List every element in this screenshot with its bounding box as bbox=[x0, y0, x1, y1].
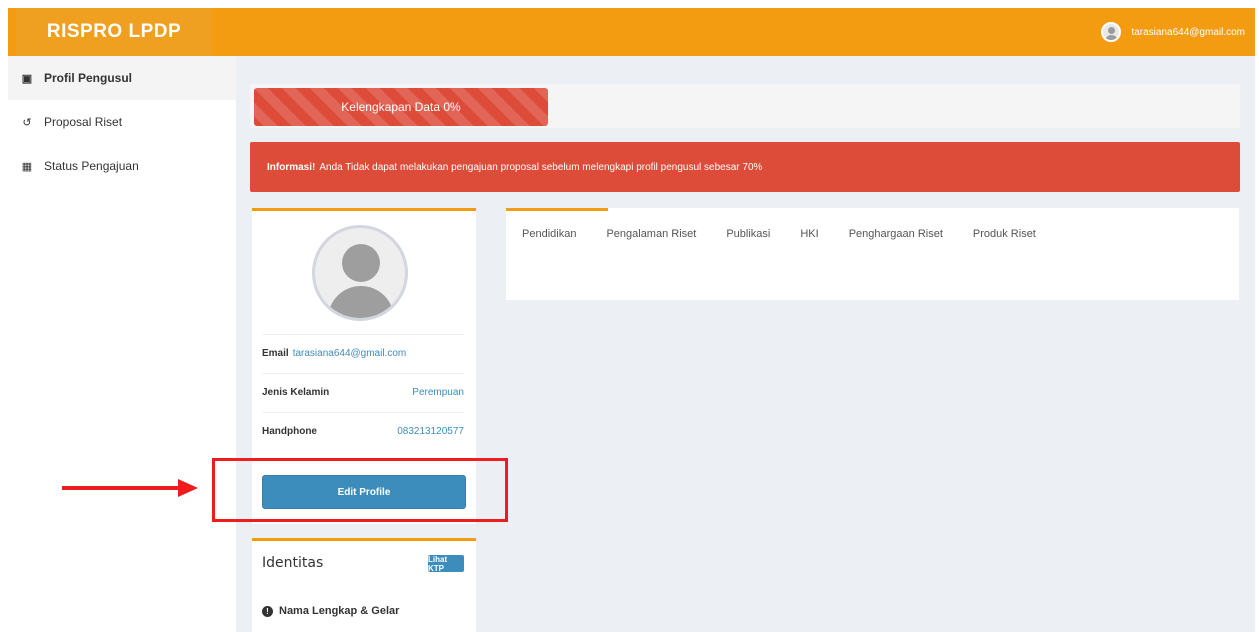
sidebar-item-label: Profil Pengusul bbox=[44, 71, 133, 85]
email-row: Email tarasiana644@gmail.com bbox=[262, 334, 464, 372]
page: RISPRO LPDP tarasiana644@gmail.com ▣ Pro… bbox=[0, 0, 1259, 632]
sidebar-item-label: Status Pengajuan bbox=[44, 159, 139, 173]
tab-pendidikan[interactable]: Pendidikan bbox=[522, 228, 576, 240]
tab-produk-riset[interactable]: Produk Riset bbox=[973, 228, 1036, 240]
top-navbar: RISPRO LPDP tarasiana644@gmail.com bbox=[8, 8, 1255, 56]
tab-pengalaman-riset[interactable]: Pengalaman Riset bbox=[606, 228, 696, 240]
profile-tabs-card: Pendidikan Pengalaman Riset Publikasi HK… bbox=[506, 208, 1239, 300]
brand-title: RISPRO LPDP bbox=[46, 21, 182, 42]
profile-avatar bbox=[312, 225, 408, 321]
tab-publikasi[interactable]: Publikasi bbox=[726, 228, 770, 240]
table-icon: ▦ bbox=[21, 160, 33, 173]
tab-accent bbox=[506, 208, 608, 211]
sidebar-item-profil-pengusul[interactable]: ▣ Profil Pengusul bbox=[8, 56, 236, 100]
sidebar-item-proposal-riset[interactable]: ↺ Proposal Riset bbox=[8, 100, 236, 144]
sidebar-item-label: Proposal Riset bbox=[44, 115, 123, 129]
gender-label: Jenis Kelamin bbox=[262, 387, 330, 398]
phone-value: 083213120577 bbox=[397, 426, 464, 437]
phone-label: Handphone bbox=[262, 426, 317, 437]
email-label: Email bbox=[262, 348, 289, 359]
phone-row: Handphone 083213120577 bbox=[262, 412, 464, 450]
progress-track: Kelengkapan Data 0% bbox=[250, 84, 1240, 128]
data-completeness-progress-bar: Kelengkapan Data 0% bbox=[254, 88, 548, 126]
gender-value: Perempuan bbox=[412, 387, 464, 398]
info-alert: Informasi! Anda Tidak dapat melakukan pe… bbox=[250, 142, 1240, 192]
tab-penghargaan-riset[interactable]: Penghargaan Riset bbox=[849, 228, 943, 240]
progress-label: Kelengkapan Data 0% bbox=[341, 100, 461, 114]
highlight-box bbox=[212, 458, 508, 522]
avatar-body-icon bbox=[328, 286, 394, 318]
email-value[interactable]: tarasiana644@gmail.com bbox=[293, 348, 407, 359]
info-icon: ! bbox=[262, 605, 273, 617]
sidebar: ▣ Profil Pengusul ↺ Proposal Riset ▦ Sta… bbox=[8, 56, 236, 632]
identitas-row: ! Nama Lengkap & Gelar bbox=[262, 605, 399, 617]
identitas-row-label: Nama Lengkap & Gelar bbox=[279, 605, 400, 617]
user-avatar-icon bbox=[1101, 22, 1122, 42]
view-ktp-button[interactable]: Lihat KTP bbox=[428, 555, 464, 573]
identitas-title: Identitas bbox=[262, 555, 324, 571]
alert-text: Anda Tidak dapat melakukan pengajuan pro… bbox=[319, 161, 763, 173]
briefcase-icon: ▣ bbox=[21, 72, 33, 85]
history-icon: ↺ bbox=[22, 116, 32, 129]
avatar-head-icon bbox=[342, 244, 380, 282]
main-content: Kelengkapan Data 0% Informasi! Anda Tida… bbox=[236, 56, 1255, 632]
sidebar-item-status-pengajuan[interactable]: ▦ Status Pengajuan bbox=[8, 144, 236, 188]
gender-row: Jenis Kelamin Perempuan bbox=[262, 373, 464, 411]
alert-strong: Informasi! bbox=[267, 161, 316, 173]
tab-hki[interactable]: HKI bbox=[800, 228, 818, 240]
user-email: tarasiana644@gmail.com bbox=[1131, 26, 1245, 38]
pointer-arrow-head-icon bbox=[178, 479, 198, 497]
tab-list: Pendidikan Pengalaman Riset Publikasi HK… bbox=[522, 228, 1036, 240]
brand-logo[interactable]: RISPRO LPDP bbox=[16, 8, 212, 56]
pointer-arrow-line bbox=[62, 486, 182, 490]
user-menu[interactable]: tarasiana644@gmail.com bbox=[1101, 8, 1245, 56]
identitas-card: Identitas Lihat KTP ! Nama Lengkap & Gel… bbox=[252, 538, 476, 632]
